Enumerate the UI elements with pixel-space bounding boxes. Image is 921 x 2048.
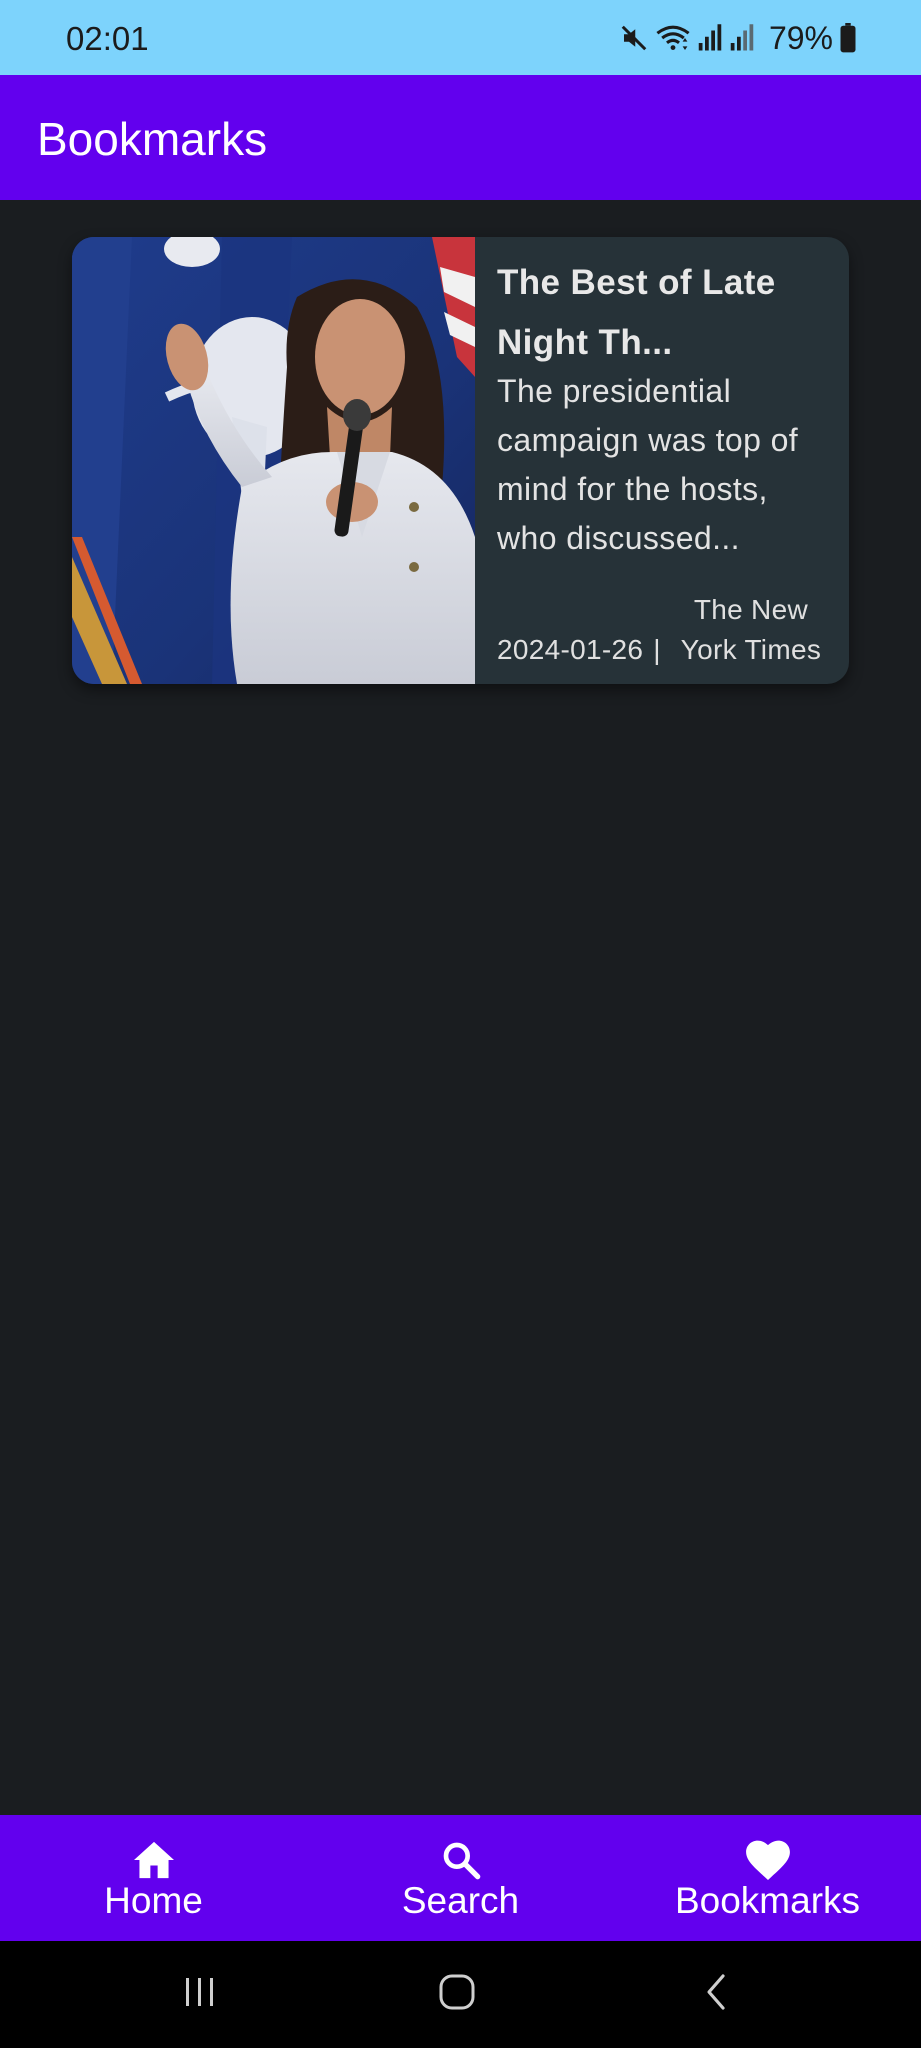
nav-label-bookmarks: Bookmarks xyxy=(674,1880,861,1921)
status-time: 02:01 xyxy=(66,20,149,57)
app-bar: Bookmarks xyxy=(0,75,921,200)
signal-icon xyxy=(697,23,723,53)
wifi-icon xyxy=(655,23,691,53)
heart-icon xyxy=(745,1834,791,1880)
status-icons: 79% xyxy=(619,18,857,58)
article-thumbnail xyxy=(72,237,475,684)
screen: 02:01 79% Bookmarks The Best of Late Nig… xyxy=(0,0,921,2048)
article-date: 2024-01-26 xyxy=(497,634,644,665)
bookmark-card-body: The Best of Late Night Th... The preside… xyxy=(475,237,849,684)
meta-separator: | xyxy=(653,634,661,665)
recents-icon xyxy=(180,1974,220,2015)
battery-percent: 79% xyxy=(768,20,833,56)
back-icon xyxy=(701,1972,731,2017)
article-description: The presidential campaign was top of min… xyxy=(497,373,799,556)
home-system-button[interactable] xyxy=(427,1969,487,2019)
bookmark-card[interactable]: The Best of Late Night Th... The preside… xyxy=(72,237,849,684)
recents-button[interactable] xyxy=(170,1969,230,2019)
nav-item-search[interactable]: Search xyxy=(307,1815,614,1941)
home-button-icon xyxy=(437,1972,477,2017)
home-icon xyxy=(132,1834,176,1880)
search-icon xyxy=(441,1834,481,1880)
nav-label-home: Home xyxy=(104,1880,203,1921)
system-nav-bar xyxy=(0,1941,921,2048)
battery-icon xyxy=(839,23,857,53)
article-source: The New York Times xyxy=(680,594,822,665)
status-bar: 02:01 79% xyxy=(0,0,921,75)
nav-item-bookmarks[interactable]: Bookmarks xyxy=(614,1815,921,1941)
nav-item-home[interactable]: Home xyxy=(0,1815,307,1941)
page-title: Bookmarks xyxy=(37,113,268,165)
article-title: The Best of Late Night Th... xyxy=(497,263,776,362)
nav-label-search: Search xyxy=(401,1880,520,1921)
mute-icon xyxy=(619,23,649,53)
signal-icon xyxy=(729,23,755,53)
back-button[interactable] xyxy=(686,1969,746,2019)
bottom-nav: Home Search Bookmarks xyxy=(0,1815,921,1941)
article-meta: 2024-01-26 | The New York Times xyxy=(497,590,831,670)
